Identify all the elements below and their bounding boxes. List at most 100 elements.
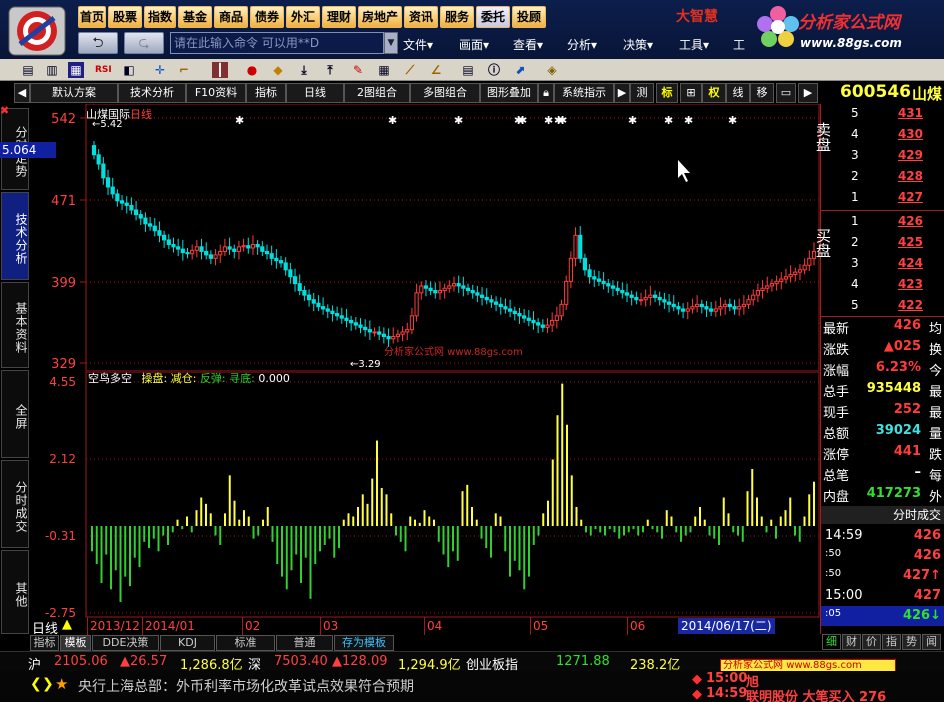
upload-icon[interactable]: ⤒ — [322, 62, 338, 78]
quote-tab-0[interactable]: 细 — [822, 634, 841, 650]
quote-tab-5[interactable]: 闻 — [922, 634, 941, 650]
alert-ticker[interactable]: ◆ 15:00 旭 ◆ 14:59 联明股份 大笔买入 276 — [690, 671, 944, 702]
nav-7[interactable]: 理财 — [322, 6, 356, 28]
grid-toggle-icon[interactable]: ⊞ — [680, 83, 702, 103]
line-tool-icon[interactable]: ⌐ — [176, 62, 192, 78]
rights-button[interactable]: 权 — [702, 83, 726, 103]
next-panel-icon[interactable]: ▶ — [798, 83, 818, 103]
nav-11[interactable]: 委托 — [476, 6, 510, 28]
command-input[interactable]: 请在此输入命令 可以用**D — [170, 32, 384, 54]
system-indicator-button[interactable]: 系统指示 — [554, 83, 614, 103]
angle-icon[interactable]: ∠ — [428, 62, 444, 78]
left-tab-4[interactable]: 分时成交 — [1, 460, 29, 548]
menu-item-0[interactable]: 文件▾ — [403, 36, 433, 53]
window-icon[interactable]: ▭ — [776, 83, 796, 103]
draw-icon[interactable]: ✎ — [350, 62, 366, 78]
menu-item-3[interactable]: 分析▾ — [567, 36, 597, 53]
quote-tab-2[interactable]: 价 — [862, 634, 881, 650]
sh-value[interactable]: 2105.06 — [54, 654, 108, 669]
crosshair-icon[interactable]: ✛ — [152, 62, 168, 78]
nav-10[interactable]: 服务 — [440, 6, 474, 28]
report-icon[interactable]: ▤ — [460, 62, 476, 78]
buy-price-2[interactable]: 424 — [893, 256, 923, 270]
play-icon[interactable]: ▶ — [614, 83, 630, 103]
nav-2[interactable]: 指数 — [144, 6, 176, 28]
price-chart[interactable]: 542 471 399 329 ✱ ✱ ✱ ✱ ✱ ✱ ✱ ✱ ✱ ✱ ✱ ✱ ←5.42 ←3.29 分析家公式网… — [0, 104, 820, 372]
back-button[interactable]: ⮌ — [78, 32, 118, 54]
nav-6[interactable]: 外汇 — [286, 6, 320, 28]
sell-price-3[interactable]: 428 — [893, 169, 923, 183]
buy-price-3[interactable]: 423 — [893, 277, 923, 291]
sell-price-0[interactable]: 431 — [893, 106, 923, 120]
line-button[interactable]: 线 — [726, 83, 750, 103]
bottom-tab-0[interactable]: 指标 — [30, 635, 59, 651]
command-dropdown-icon[interactable]: ▼ — [384, 32, 398, 54]
f10-button[interactable]: F10资料 — [186, 83, 246, 103]
menu-item-2[interactable]: 查看▾ — [513, 36, 543, 53]
folder-icon[interactable]: ▤ — [20, 62, 36, 78]
nav-3[interactable]: 基金 — [178, 6, 212, 28]
move-button[interactable]: 移 — [750, 83, 774, 103]
quote-tab-3[interactable]: 指 — [882, 634, 901, 650]
trend-icon[interactable]: ⟋ — [402, 62, 418, 78]
close-chart-icon[interactable]: ✖ — [0, 104, 14, 118]
left-tab-1[interactable]: 技术分析 — [1, 192, 29, 280]
sell-price-2[interactable]: 429 — [893, 148, 923, 162]
nav-1[interactable]: 股票 — [108, 6, 142, 28]
test-button[interactable]: 测 — [630, 83, 654, 103]
nav-12[interactable]: 投顾 — [512, 6, 546, 28]
kline-icon[interactable]: ▦ — [68, 62, 84, 78]
bottom-tab-5[interactable]: 普通 — [276, 635, 333, 651]
nav-8[interactable]: 房地产 — [358, 6, 402, 28]
bottom-tab-4[interactable]: 标准 — [216, 635, 275, 651]
bottom-tab-6[interactable]: 存为模板 — [334, 635, 394, 651]
menu-item-4[interactable]: 决策▾ — [623, 36, 653, 53]
prev-icon[interactable]: ◀ — [14, 83, 30, 103]
mark-button[interactable]: 标 — [656, 83, 678, 103]
export-icon[interactable]: ⬈ — [512, 62, 528, 78]
app-logo-icon[interactable] — [8, 6, 66, 56]
cy-value[interactable]: 1271.88 — [556, 654, 610, 669]
quote-tab-4[interactable]: 势 — [902, 634, 921, 650]
news-prev-icon[interactable]: ❮ — [30, 676, 42, 692]
multi-chart-button[interactable]: 多图组合 — [410, 83, 480, 103]
sz-value[interactable]: 7503.40 — [274, 654, 328, 669]
download-icon[interactable]: ⤓ — [296, 62, 312, 78]
nav-4[interactable]: 商品 — [214, 6, 248, 28]
info-icon[interactable]: ⓘ — [486, 62, 502, 78]
grid-icon[interactable]: ▦ — [376, 62, 392, 78]
quote-tab-1[interactable]: 财 — [842, 634, 861, 650]
buy-price-0[interactable]: 426 — [893, 214, 923, 228]
menu-item-6[interactable]: 工 — [733, 36, 745, 53]
sell-price-4[interactable]: 427 — [893, 190, 923, 204]
signal-icon[interactable]: ● — [244, 62, 260, 78]
diamond-icon[interactable]: ◈ — [544, 62, 560, 78]
two-chart-button[interactable]: 2图组合 — [344, 83, 410, 103]
warning-icon[interactable]: ◆ — [270, 62, 286, 78]
nav-9[interactable]: 资讯 — [404, 6, 438, 28]
buy-price-1[interactable]: 425 — [893, 235, 923, 249]
indicator-icon[interactable]: ◧ — [121, 62, 137, 78]
nav-5[interactable]: 债券 — [250, 6, 284, 28]
menu-item-5[interactable]: 工具▾ — [679, 36, 709, 53]
alert-text-1[interactable]: 联明股份 大笔买入 276 — [746, 686, 886, 702]
left-tab-5[interactable]: 其他 — [1, 550, 29, 634]
ticks-header[interactable]: 分时成交 — [821, 506, 944, 524]
left-tab-2[interactable]: 基本资料 — [1, 282, 29, 368]
left-tab-3[interactable]: 全屏 — [1, 370, 29, 458]
bottom-tab-2[interactable]: DDE决策 — [92, 635, 159, 651]
bottom-tab-1[interactable]: 模板 — [60, 635, 91, 651]
tech-analysis-button[interactable]: 技术分析 — [118, 83, 186, 103]
lock-icon[interactable]: 🔒︎ — [538, 83, 554, 103]
scheme-button[interactable]: 默认方案 — [30, 83, 118, 103]
bottom-tab-3[interactable]: KDJ — [160, 635, 215, 651]
oscillator-chart[interactable]: 4.552.12-0.31-2.75◀ 空鸟多空 操盘: 减仓: 反弹: 寻底:… — [30, 372, 820, 618]
nav-0[interactable]: 首页 — [78, 6, 106, 28]
menu-item-1[interactable]: 画面▾ — [459, 36, 489, 53]
news-next-icon[interactable]: ❯ — [42, 676, 54, 692]
sell-price-1[interactable]: 430 — [893, 127, 923, 141]
period-button[interactable]: 日线 — [286, 83, 344, 103]
indicator-button[interactable]: 指标 — [246, 83, 286, 103]
candle-icon[interactable]: ┃ — [212, 62, 228, 78]
rsi-icon[interactable]: RSI — [95, 62, 112, 78]
